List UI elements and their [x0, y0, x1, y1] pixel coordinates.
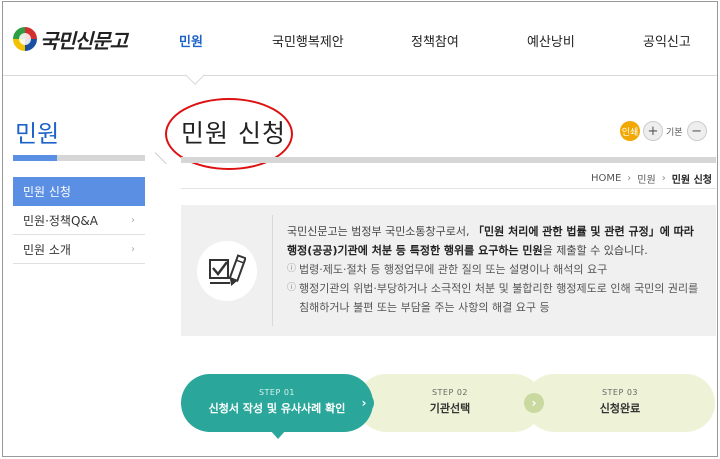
print-button[interactable]: 인쇄: [620, 121, 640, 141]
section-divider: [154, 152, 167, 165]
step-3: STEP 03 신청완료: [525, 374, 715, 432]
breadcrumb-rule: [181, 188, 716, 189]
step-label: 신청서 작성 및 유사사례 확인: [208, 402, 346, 415]
step-label: 신청완료: [599, 402, 641, 415]
info-bullet-2: 행정기관의 위법·부당하거나 소극적인 처분 및 불합리한 행정제도로 인해 국…: [287, 279, 707, 317]
font-increase-button[interactable]: +: [643, 121, 663, 141]
step-number: STEP 01: [258, 388, 296, 397]
step-label: 기관선택: [429, 402, 471, 415]
sidebar-item-intro[interactable]: 민원 소개 ›: [13, 235, 145, 264]
nav-item-budget-waste[interactable]: 예산낭비: [527, 31, 575, 50]
breadcrumb-home[interactable]: HOME: [591, 173, 621, 184]
chevron-right-icon: ›: [131, 243, 135, 255]
breadcrumb: HOME › 민원 › 민원 신청: [585, 171, 712, 186]
checklist-pencil-icon: [197, 241, 257, 301]
main-nav: 민원 국민행복제안 정책참여 예산낭비 공익신고: [3, 31, 717, 51]
sidebar-item-qna[interactable]: 민원·정책Q&A ›: [13, 206, 145, 235]
nav-item-policy-participation[interactable]: 정책참여: [411, 31, 459, 50]
info-text: 국민신문고는 범정부 국민소통창구로서, 「민원 처리에 관한 법률 및 관련 …: [287, 222, 707, 317]
font-tools: 인쇄 + 기본 −: [620, 121, 710, 141]
nav-item-minwon[interactable]: 민원: [179, 31, 203, 50]
sidebar-item-label: 민원·정책Q&A: [23, 213, 98, 228]
step-1[interactable]: STEP 01 신청서 작성 및 유사사례 확인: [181, 374, 373, 432]
step-2: STEP 02 기관선택: [357, 374, 543, 432]
chevron-right-icon: ›: [131, 214, 135, 226]
font-reset-button[interactable]: 기본: [666, 125, 683, 138]
step-indicator: STEP 01 신청서 작성 및 유사사례 확인 STEP 02 기관선택 ST…: [181, 374, 716, 439]
info-line-2: 행정(공공)기관에 처분 등 특정한 행위를 요구하는 민원을 제출할 수 있습…: [287, 244, 648, 257]
step-arrow-icon: ›: [524, 393, 544, 413]
sidebar-menu: 민원 신청 민원·정책Q&A › 민원 소개 ›: [13, 177, 145, 264]
page-frame: 국민신문고 민원 국민행복제안 정책참여 예산낭비 공익신고 민원 민원 신청 …: [2, 1, 718, 457]
title-underline-bar: [181, 157, 716, 163]
site-header: 국민신문고 민원 국민행복제안 정책참여 예산낭비 공익신고: [3, 2, 717, 76]
step-number: STEP 03: [601, 388, 639, 397]
sidebar-item-label: 민원 신청: [23, 185, 71, 199]
info-box: 국민신문고는 범정부 국민소통창구로서, 「민원 처리에 관한 법률 및 관련 …: [181, 205, 716, 336]
step-number: STEP 02: [431, 388, 469, 397]
info-bullet-1: 법령·제도·절차 등 행정업무에 관한 질의 또는 설명이나 해석의 요구: [287, 260, 707, 279]
sidebar-progress-fill: [13, 155, 57, 161]
breadcrumb-minwon[interactable]: 민원: [637, 171, 655, 186]
sidebar-item-apply[interactable]: 민원 신청: [13, 177, 145, 206]
sidebar-title: 민원: [15, 120, 60, 148]
info-divider: [272, 215, 273, 326]
chevron-right-icon: ›: [627, 173, 632, 184]
step-arrow-icon: ›: [354, 393, 374, 413]
nav-item-happiness-proposal[interactable]: 국민행복제안: [272, 31, 344, 50]
nav-item-public-interest-report[interactable]: 공익신고: [643, 31, 691, 50]
chevron-right-icon: ›: [661, 173, 666, 184]
info-line-1: 국민신문고는 범정부 국민소통창구로서, 「민원 처리에 관한 법률 및 관련 …: [287, 225, 694, 238]
active-step-pointer: [270, 430, 286, 439]
sidebar-item-label: 민원 소개: [23, 242, 71, 257]
sidebar-progress-bar: [13, 155, 145, 161]
font-decrease-button[interactable]: −: [686, 121, 707, 141]
breadcrumb-current: 민원 신청: [671, 175, 712, 186]
